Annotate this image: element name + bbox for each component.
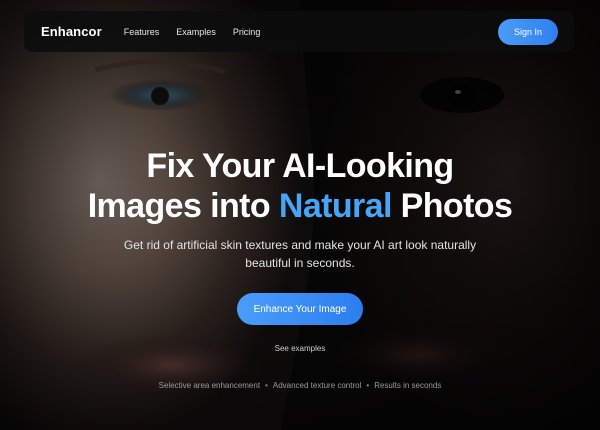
hero-headline: Fix Your AI-Looking Images into Natural … [0, 146, 600, 226]
headline-line-1: Fix Your AI-Looking [146, 147, 454, 185]
nav-link-examples[interactable]: Examples [176, 27, 216, 37]
feature-item: Selective area enhancement [158, 381, 261, 390]
navbar: Enhancor Features Examples Pricing Sign … [24, 11, 574, 52]
feature-list: Selective area enhancement • Advanced te… [0, 381, 600, 390]
headline-line-2-end: Photos [391, 187, 513, 225]
nav-link-features[interactable]: Features [124, 27, 160, 37]
hero-subtitle: Get rid of artificial skin textures and … [123, 238, 477, 270]
feature-separator: • [366, 381, 370, 390]
hero-section: Enhancor Features Examples Pricing Sign … [0, 0, 600, 430]
enhance-image-button[interactable]: Enhance Your Image [237, 293, 363, 325]
feature-separator: • [265, 381, 268, 390]
headline-accent-word: Natural [278, 187, 393, 225]
sign-in-button[interactable]: Sign In [498, 18, 558, 45]
headline-line-2-start: Images into [87, 187, 279, 225]
feature-item: Results in seconds [374, 381, 442, 390]
feature-item: Advanced texture control [272, 381, 362, 390]
nav-link-pricing[interactable]: Pricing [233, 27, 261, 37]
logo[interactable]: Enhancor [41, 24, 102, 39]
see-examples-link[interactable]: See examples [0, 344, 600, 353]
